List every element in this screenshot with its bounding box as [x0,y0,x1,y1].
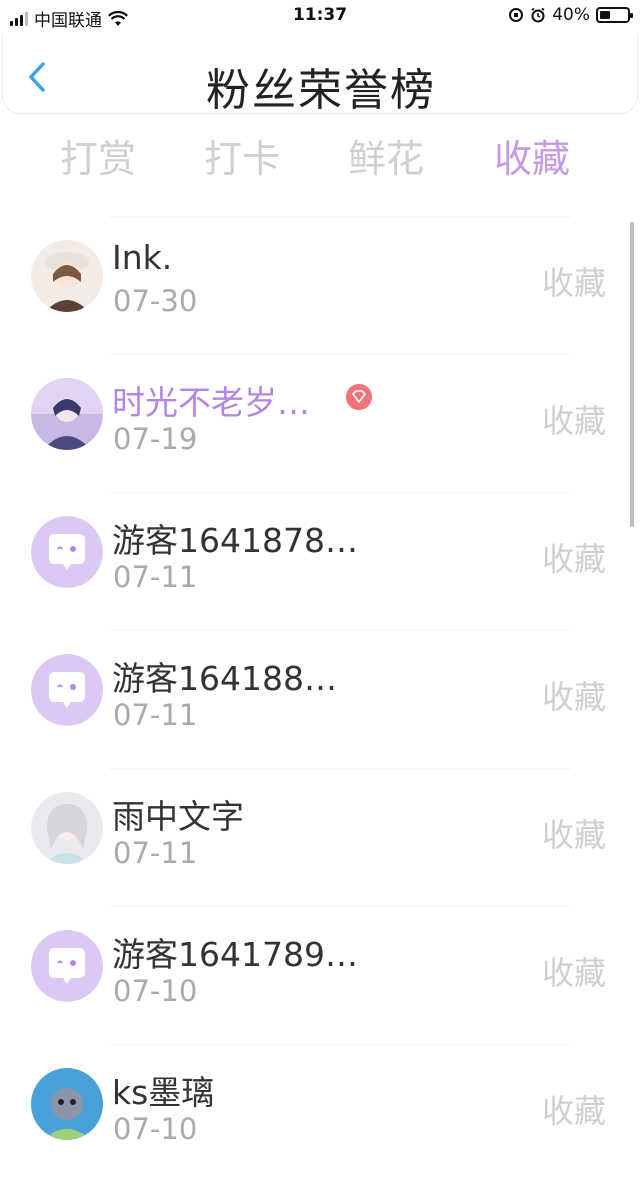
divider [110,1044,570,1045]
divider [110,630,570,631]
list-item[interactable]: 游客164188… 07-11 收藏 [0,630,640,768]
vip-diamond-icon [346,384,372,410]
guest-avatar-icon[interactable] [31,516,103,588]
favorite-date: 07-11 [113,698,198,732]
favorite-date: 07-11 [113,836,198,870]
list-item[interactable]: 游客1641789… 07-10 收藏 [0,906,640,1044]
user-name: ks墨璃 [112,1073,215,1112]
favorite-label: 收藏 [541,678,606,716]
favorite-label: 收藏 [541,1092,606,1130]
nav-header: 粉丝荣誉榜 [2,34,638,116]
tab-reward[interactable]: 打赏 [60,128,136,183]
list-item[interactable]: 雨中文字 07-11 收藏 [0,768,640,906]
favorite-date: 07-19 [113,422,198,456]
tab-favorites[interactable]: 收藏 [494,128,570,183]
favorite-date: 07-11 [113,560,198,594]
list-item[interactable]: 时光不老岁… 07-19 收藏 [0,354,640,492]
tab-bar: 打赏 打卡 鲜花 收藏 [0,128,640,188]
list-item[interactable]: ks墨璃 07-10 收藏 [0,1044,640,1182]
tab-checkin[interactable]: 打卡 [204,128,280,183]
user-avatar[interactable] [31,240,103,312]
user-avatar[interactable] [31,792,103,864]
favorite-label: 收藏 [541,264,606,302]
user-name: 雨中文字 [112,797,244,836]
favorite-date: 07-10 [113,974,198,1008]
favorite-label: 收藏 [541,816,606,854]
divider [110,492,570,493]
guest-avatar-icon[interactable] [31,930,103,1002]
favorite-label: 收藏 [541,540,606,578]
divider [110,906,570,907]
list-item[interactable]: Ink. 07-30 收藏 [0,216,640,354]
tab-flowers[interactable]: 鲜花 [348,128,424,183]
favorite-label: 收藏 [541,402,606,440]
guest-avatar-icon[interactable] [31,654,103,726]
scrollbar[interactable] [630,222,634,527]
page-title: 粉丝荣誉榜 [206,65,436,116]
divider [110,216,570,217]
user-name: Ink. [112,238,173,277]
divider [110,768,570,769]
user-name: 游客1641878… [112,521,358,560]
user-name: 时光不老岁… [112,383,310,422]
battery-icon [596,7,633,23]
list-item[interactable]: 游客1641878… 07-11 收藏 [0,492,640,630]
favorite-label: 收藏 [541,954,606,992]
favorite-date: 07-30 [113,284,198,318]
alarm-icon [531,7,545,23]
status-bar: 中国联通 11:37 40% [0,0,640,32]
divider [110,354,570,355]
user-name: 游客164188… [112,659,337,698]
user-avatar[interactable] [31,378,103,450]
battery-percent: 40% [552,5,590,25]
user-avatar[interactable] [31,1068,103,1140]
favorite-date: 07-10 [113,1112,198,1146]
status-right: 40% [508,5,633,25]
user-name: 游客1641789… [112,935,358,974]
battery-fill [600,11,610,19]
rotation-lock-icon [509,8,524,22]
